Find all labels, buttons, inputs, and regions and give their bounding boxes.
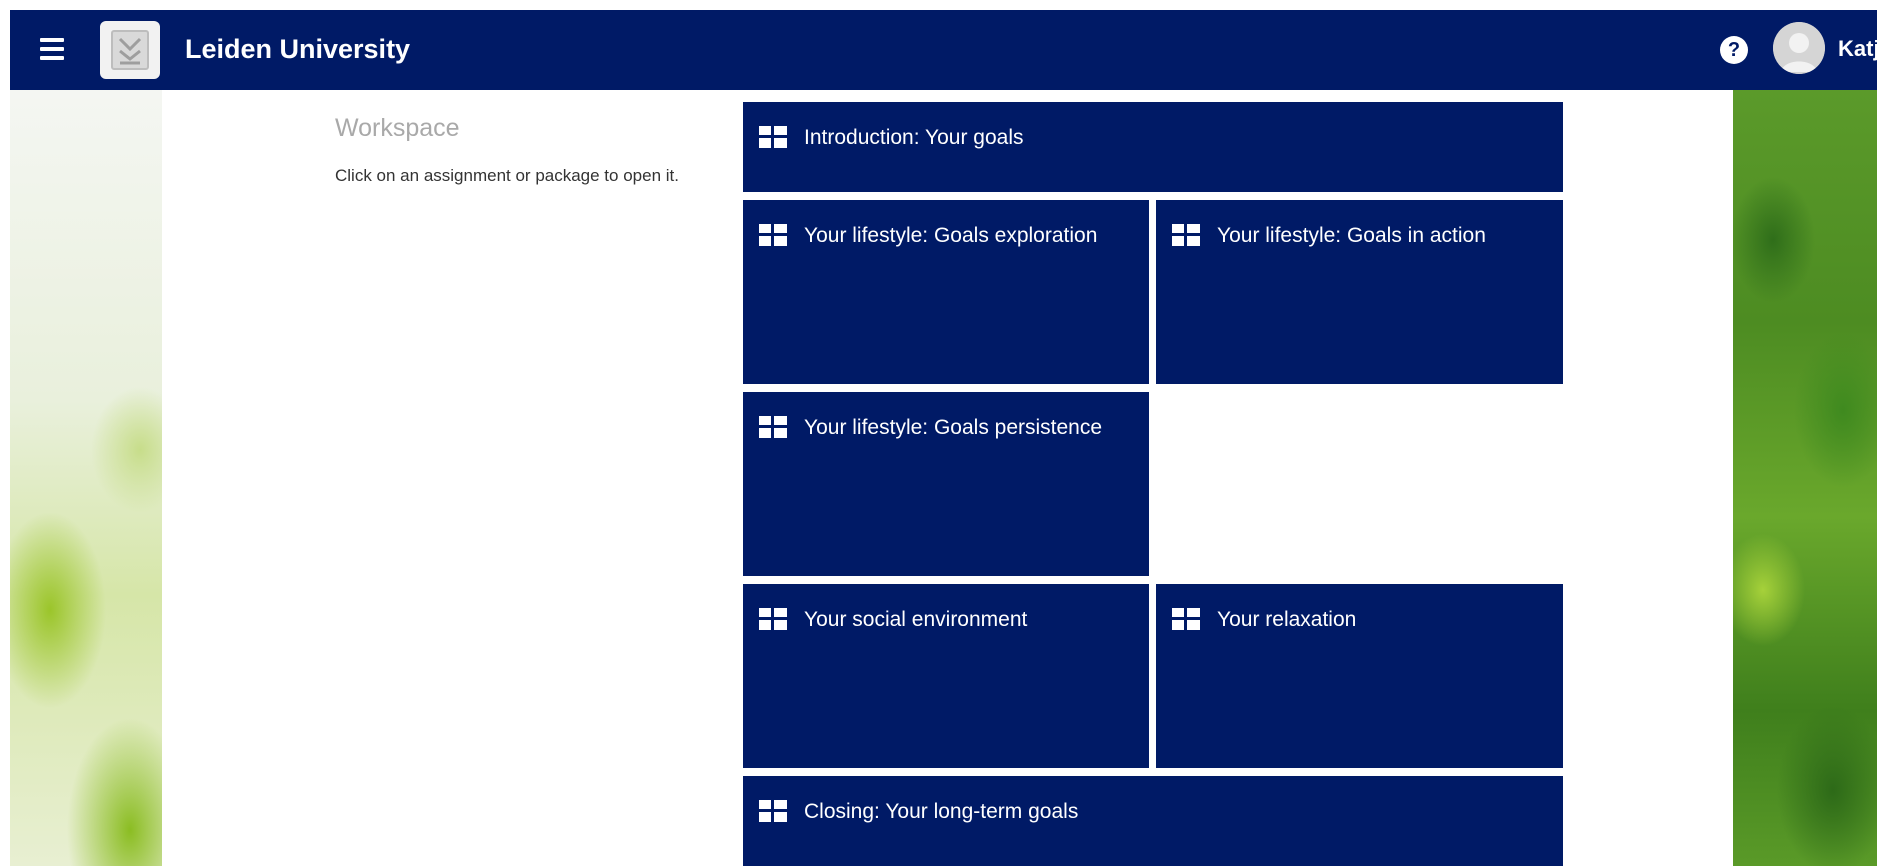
tile-closing-long-term-goals[interactable]: Closing: Your long-term goals (743, 776, 1563, 866)
tile-goals-in-action[interactable]: Your lifestyle: Goals in action (1156, 200, 1563, 384)
tile-label: Your lifestyle: Goals exploration (804, 224, 1098, 247)
app-logo-icon[interactable] (100, 21, 160, 79)
tile-label: Your relaxation (1217, 608, 1357, 631)
help-icon[interactable]: ? (1720, 36, 1748, 64)
top-navigation-bar: Leiden University ? Katj (10, 10, 1877, 90)
background-right-panel (1733, 90, 1877, 866)
user-name[interactable]: Katj (1838, 36, 1877, 62)
grid-icon (759, 800, 787, 822)
grid-icon (759, 126, 787, 148)
user-avatar-icon[interactable] (1773, 22, 1825, 74)
hamburger-menu-icon[interactable] (40, 38, 64, 60)
app-window: Leiden University ? Katj Workspace Click… (0, 0, 1877, 866)
tile-label: Your lifestyle: Goals persistence (804, 416, 1103, 439)
tile-label: Your social environment (804, 608, 1028, 631)
grid-icon (759, 224, 787, 246)
tile-label: Your lifestyle: Goals in action (1217, 224, 1486, 247)
tile-goals-persistence[interactable]: Your lifestyle: Goals persistence (743, 392, 1149, 576)
grid-icon (1172, 224, 1200, 246)
tile-label: Introduction: Your goals (804, 126, 1024, 149)
tile-relaxation[interactable]: Your relaxation (1156, 584, 1563, 768)
tile-label: Closing: Your long-term goals (804, 800, 1079, 823)
workspace-title: Workspace (335, 114, 460, 142)
background-left-panel (10, 90, 162, 866)
tile-social-environment[interactable]: Your social environment (743, 584, 1149, 768)
tile-introduction-your-goals[interactable]: Introduction: Your goals (743, 102, 1563, 192)
workspace-hint: Click on an assignment or package to ope… (335, 166, 679, 185)
grid-icon (759, 608, 787, 630)
tile-goals-exploration[interactable]: Your lifestyle: Goals exploration (743, 200, 1149, 384)
grid-icon (1172, 608, 1200, 630)
app-title: Leiden University (185, 34, 411, 64)
grid-icon (759, 416, 787, 438)
